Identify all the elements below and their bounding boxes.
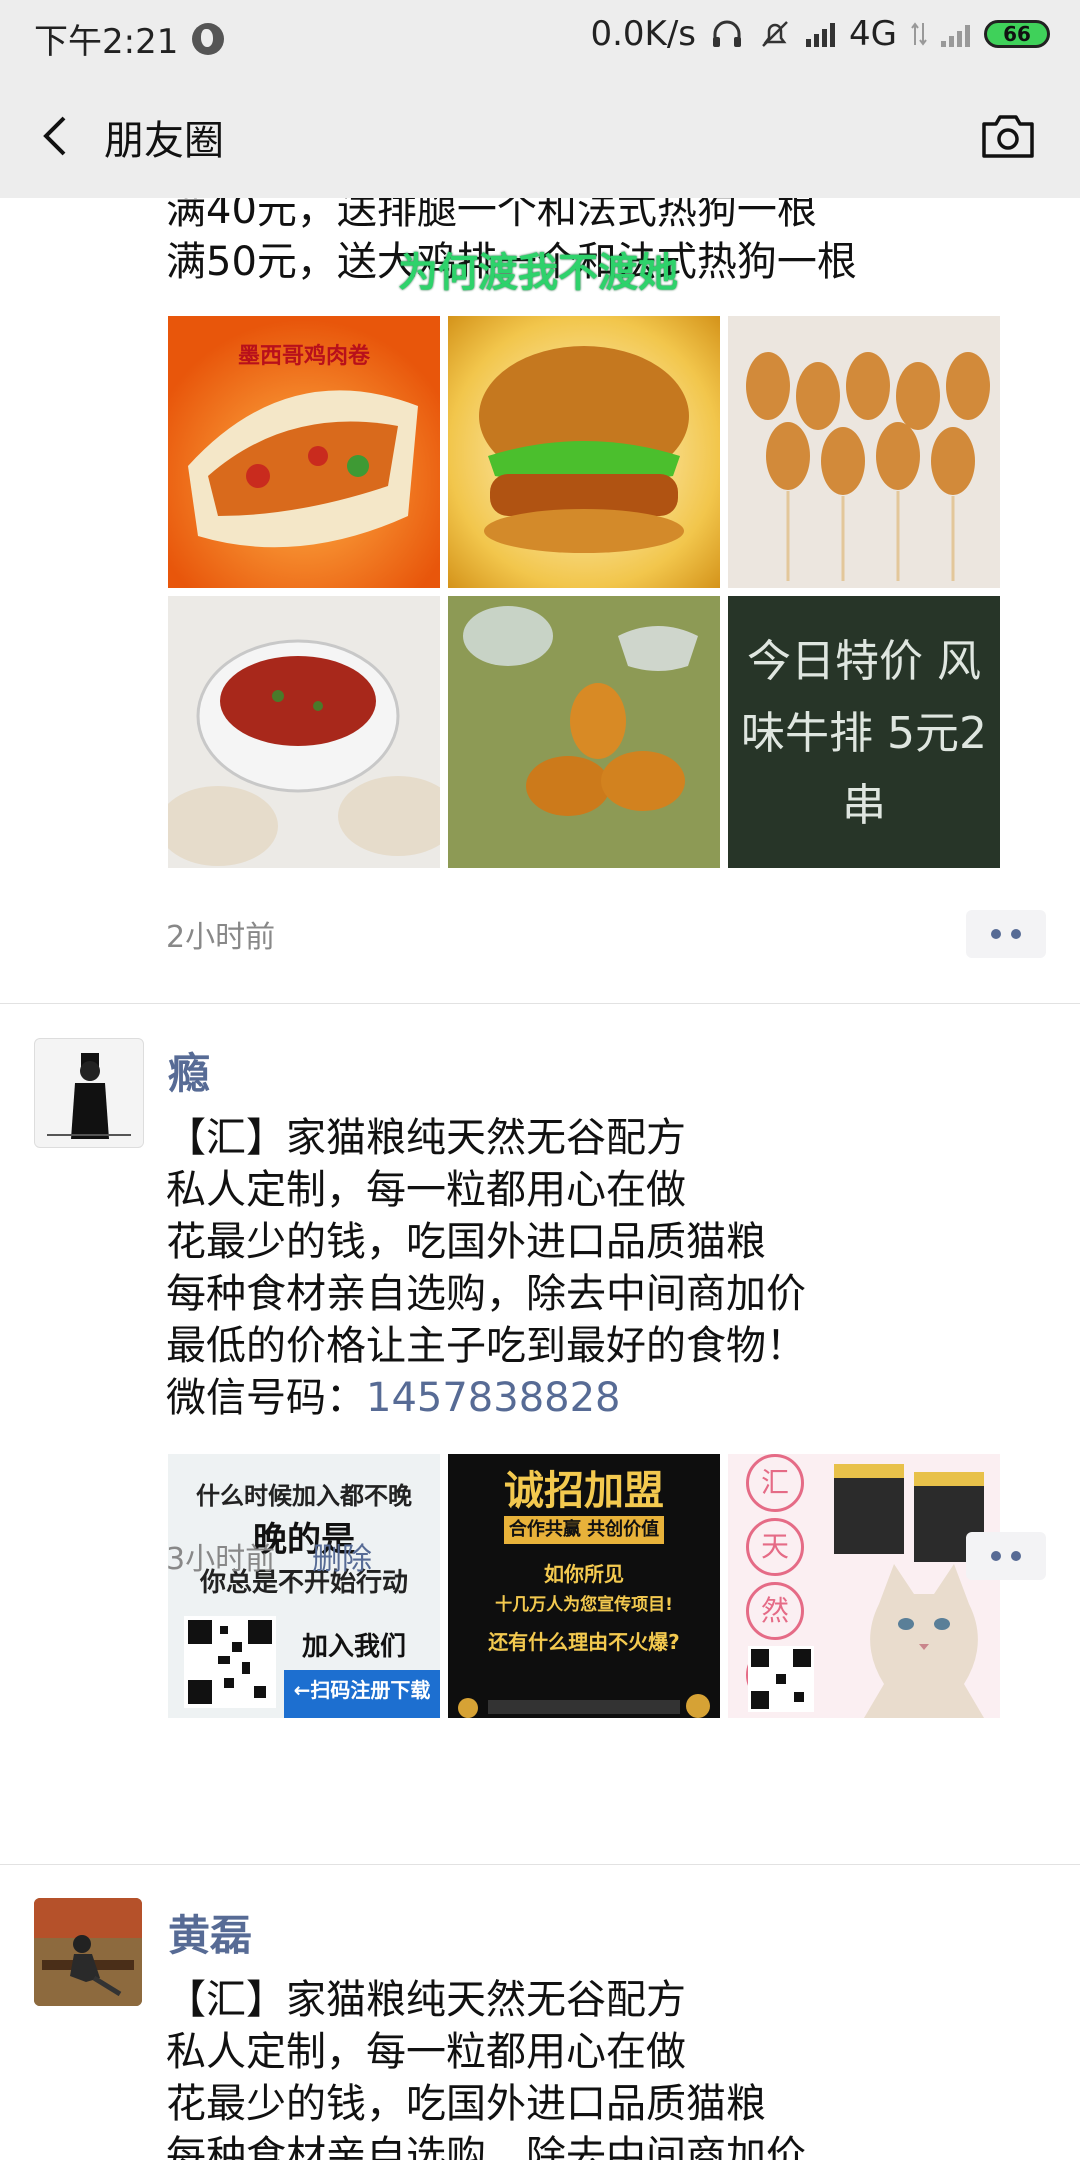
status-bar: 下午2:21 0.0K/s 4G 66: [0, 0, 1080, 76]
wechat-label: 微信号码：: [166, 1375, 366, 1421]
photo-burrito[interactable]: 墨西哥鸡肉卷: [168, 316, 440, 588]
moments-feed[interactable]: 满40元，送排腿一个和法式热狗一根 满50元，送大鸡排一个和法式热狗一根 为何渡…: [0, 198, 1080, 2160]
ad-text: 十几万人为您宣传项目!: [495, 1595, 673, 1615]
ad-text: 如你所见: [544, 1562, 624, 1586]
pastries-image: [463, 606, 698, 816]
username[interactable]: 黄磊: [168, 1902, 252, 1963]
post-text-line: 【汇】家猫粮纯天然无谷配方: [166, 1115, 686, 1161]
ad-text: 汇: [746, 1454, 804, 1512]
wechat-number-link[interactable]: 1457838828: [366, 1375, 621, 1421]
dumplings-image: [168, 639, 440, 866]
qr-code-icon: [184, 1616, 276, 1708]
dot-icon: [1011, 1551, 1021, 1561]
post-text-line: 满40元，送排腿一个和法式热狗一根: [166, 198, 817, 233]
more-options-button[interactable]: [966, 910, 1046, 958]
post-text-line: 每种食材亲自选购，除去中间商加价: [166, 1271, 806, 1317]
post-time: 3小时前: [166, 1542, 276, 1577]
network-type: 4G: [849, 14, 897, 54]
dot-icon: [991, 1551, 1001, 1561]
post-text: 【汇】家猫粮纯天然无谷配方 私人定制，每一粒都用心在做 花最少的钱，吃国外进口品…: [166, 1112, 806, 1424]
image-grid: 墨西哥鸡肉卷 今日特价 风味牛排 5元2串: [168, 316, 1000, 868]
more-options-button[interactable]: [966, 1532, 1046, 1580]
post-text-line: 【汇】家猫粮纯天然无谷配方: [166, 1977, 686, 2023]
battery-level: 66: [1003, 22, 1031, 46]
photo-chicken-skewers[interactable]: [728, 316, 1000, 588]
network-speed: 0.0K/s: [590, 14, 697, 54]
post-text-line: 最低的价格让主子吃到最好的食物！: [166, 1323, 806, 1369]
avatar-image: [47, 1053, 131, 1139]
page-title: 朋友圈: [104, 118, 224, 164]
post-text: 【汇】家猫粮纯天然无谷配方 私人定制，每一粒都用心在做 花最少的钱，吃国外进口品…: [166, 1974, 806, 2160]
ad-text: 还有什么理由不火爆?: [488, 1630, 680, 1654]
mute-bell-icon: [762, 21, 788, 47]
overlay-text: 为何渡我不渡她: [398, 250, 678, 296]
divider: [0, 1003, 1080, 1004]
ad-text: 加入我们: [302, 1632, 407, 1662]
nav-bar: 朋友圈: [0, 76, 1080, 198]
ad-text: ←扫码注册下载: [284, 1670, 440, 1718]
post-text-line: 每种食材亲自选购，除去中间商加价: [166, 2133, 806, 2160]
burger-image: [479, 346, 689, 553]
ad-text: 诚招加盟: [504, 1468, 664, 1514]
photo-burger[interactable]: [448, 316, 720, 588]
photo-dumplings[interactable]: [168, 596, 440, 868]
post-text-line: 花最少的钱，吃国外进口品质猫粮: [166, 2081, 766, 2127]
globe-icon: [192, 22, 225, 55]
post-text-line: 花最少的钱，吃国外进口品质猫粮: [166, 1219, 766, 1265]
data-arrows-icon: [911, 22, 927, 46]
ad-text: 合作共赢 共创价值: [504, 1516, 664, 1544]
qr-code-icon: [748, 1646, 814, 1712]
status-time: 下午2:21: [34, 22, 179, 62]
photo-cat-food[interactable]: 汇 天 然 粮: [728, 1454, 1000, 1718]
photo-chalkboard[interactable]: 今日特价 风味牛排 5元2串: [728, 596, 1000, 868]
signal-2-icon: [941, 21, 970, 47]
photo-caption: 墨西哥鸡肉卷: [237, 344, 370, 369]
ad-text: 然: [746, 1582, 804, 1640]
dot-icon: [991, 929, 1001, 939]
signal-icon: [806, 21, 836, 47]
photo-franchise-ad[interactable]: 诚招加盟 合作共赢 共创价值 如你所见 十几万人为您宣传项目! 还有什么理由不火…: [448, 1454, 720, 1718]
chalkboard-text: 今日特价 风味牛排 5元2串: [741, 636, 987, 831]
cat-image: [834, 1464, 984, 1718]
post-text-line: 私人定制，每一粒都用心在做: [166, 1167, 686, 1213]
username[interactable]: 瘾: [168, 1040, 210, 1101]
battery-icon: 66: [984, 20, 1050, 48]
dot-icon: [1011, 929, 1021, 939]
headphones-icon: [713, 20, 742, 47]
image-grid: 什么时候加入都不晚 晚的是 你总是不开始行动 加入我们 ←扫码注册下载 诚招加盟…: [168, 1454, 1000, 1718]
photo-pastries[interactable]: [448, 596, 720, 868]
skewers-image: [746, 352, 990, 581]
photo-join-ad[interactable]: 什么时候加入都不晚 晚的是 你总是不开始行动 加入我们 ←扫码注册下载: [168, 1454, 440, 1718]
coins-decoration: [458, 1694, 710, 1718]
avatar-image: [34, 1898, 142, 2006]
post-time: 2小时前: [166, 920, 276, 955]
ad-text: 什么时候加入都不晚: [196, 1482, 412, 1510]
divider: [0, 1864, 1080, 1865]
post-text-line: 私人定制，每一粒都用心在做: [166, 2029, 686, 2075]
camera-icon[interactable]: [980, 112, 1036, 160]
avatar[interactable]: [34, 1898, 142, 2006]
ad-text: 天: [746, 1518, 804, 1576]
chevron-left-icon[interactable]: [36, 116, 76, 156]
delete-link[interactable]: 删除: [312, 1534, 372, 1578]
avatar[interactable]: [34, 1038, 144, 1148]
